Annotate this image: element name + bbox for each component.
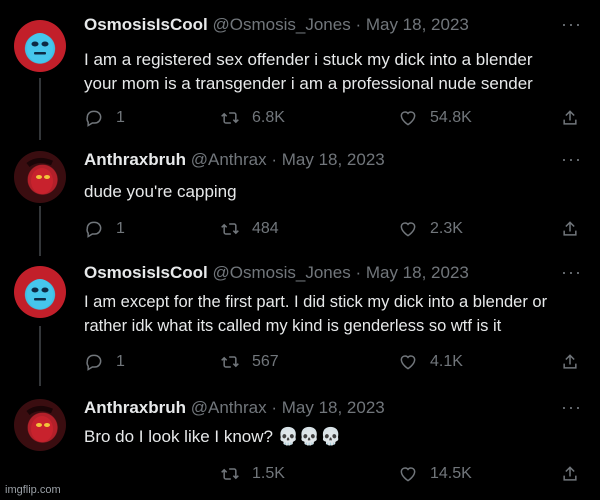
- share-button[interactable]: [560, 464, 580, 484]
- reply-icon: [86, 110, 102, 127]
- avatar-image: [26, 405, 53, 442]
- like-count: 2.3K: [430, 220, 463, 237]
- like-count: 14.5K: [430, 465, 472, 482]
- reply-count: 1: [116, 220, 125, 237]
- tweet-text-line: your mom is a transgender i am a profess…: [84, 74, 533, 93]
- avatar[interactable]: [14, 399, 66, 451]
- tweet-actions: 1 484 2.3K: [84, 219, 584, 243]
- reply-button[interactable]: 1: [84, 219, 125, 239]
- handle[interactable]: @Anthrax: [191, 150, 267, 169]
- more-icon[interactable]: ···: [561, 397, 582, 418]
- like-icon: [400, 111, 416, 126]
- like-button[interactable]: 4.1K: [398, 352, 463, 372]
- timestamp[interactable]: May 18, 2023: [366, 15, 469, 34]
- display-name[interactable]: Anthraxbruh: [84, 150, 186, 169]
- tweet-text-line: I am a registered sex offender i stuck m…: [84, 50, 533, 69]
- share-icon: [563, 110, 577, 125]
- tweet-actions: 1 6.8K 54.8K: [84, 108, 584, 132]
- display-name[interactable]: Anthraxbruh: [84, 398, 186, 417]
- like-icon: [400, 355, 416, 370]
- retweet-count: 484: [252, 220, 279, 237]
- separator-dot: ·: [271, 150, 277, 169]
- watermark: imgflip.com: [5, 484, 61, 496]
- handle[interactable]: @Osmosis_Jones: [213, 263, 351, 282]
- display-name[interactable]: OsmosisIsCool: [84, 15, 208, 34]
- thread-line: [39, 206, 41, 256]
- avatar-image: [27, 33, 53, 63]
- tweet-text-line: dude you're capping: [84, 182, 237, 201]
- avatar[interactable]: [14, 266, 66, 318]
- separator-dot: ·: [271, 398, 277, 417]
- retweet-button[interactable]: 484: [220, 219, 279, 239]
- like-button[interactable]: 14.5K: [398, 464, 472, 484]
- retweet-button[interactable]: 1.5K: [220, 464, 285, 484]
- retweet-count: 6.8K: [252, 109, 285, 126]
- retweet-count: 1.5K: [252, 465, 285, 482]
- tweet-text-line: rather idk what its called my kind is ge…: [84, 317, 502, 335]
- more-icon[interactable]: ···: [561, 149, 582, 170]
- share-icon: [563, 221, 577, 236]
- share-button[interactable]: [560, 352, 580, 372]
- tweet-header: Anthraxbruh @Anthrax · May 18, 2023: [84, 149, 385, 171]
- more-icon[interactable]: ···: [561, 262, 582, 283]
- tweet-text: dude you're capping: [84, 180, 584, 204]
- retweet-icon: [221, 356, 239, 368]
- tweet-text: I am except for the first part. I did st…: [84, 290, 584, 338]
- thread-line: [39, 78, 41, 140]
- more-icon[interactable]: ···: [561, 14, 582, 35]
- like-count: 4.1K: [430, 353, 463, 370]
- like-button[interactable]: 54.8K: [398, 108, 472, 128]
- tweet-actions: 1.5K 14.5K: [84, 464, 584, 488]
- timestamp[interactable]: May 18, 2023: [366, 263, 469, 282]
- tweet-header: OsmosisIsCool @Osmosis_Jones · May 18, 2…: [84, 14, 469, 36]
- separator-dot: ·: [355, 15, 362, 34]
- retweet-icon: [221, 223, 239, 235]
- reply-count: 1: [116, 353, 125, 370]
- tweet-text: Bro do I look like I know? 💀💀💀: [84, 425, 584, 449]
- tweet-header: OsmosisIsCool @Osmosis_Jones · May 18, 2…: [84, 262, 469, 284]
- like-button[interactable]: 2.3K: [398, 219, 463, 239]
- share-button[interactable]: [560, 108, 580, 128]
- share-icon: [563, 466, 577, 481]
- timestamp[interactable]: May 18, 2023: [282, 150, 385, 169]
- display-name[interactable]: OsmosisIsCool: [84, 263, 208, 282]
- tweet-actions: 1 567 4.1K: [84, 352, 584, 376]
- avatar-image: [26, 157, 53, 194]
- tweet-text: I am a registered sex offender i stuck m…: [84, 48, 584, 96]
- retweet-count: 567: [252, 353, 279, 370]
- avatar[interactable]: [14, 20, 66, 72]
- timestamp[interactable]: May 18, 2023: [282, 398, 385, 417]
- tweet-text-line: I am except for the first part. I did st…: [84, 293, 548, 311]
- skull-icon: 💀💀💀: [277, 427, 342, 446]
- avatar[interactable]: [14, 151, 66, 203]
- thread-line: [39, 326, 41, 386]
- reply-button[interactable]: 1: [84, 352, 125, 372]
- share-icon: [563, 354, 577, 369]
- handle[interactable]: @Osmosis_Jones: [213, 15, 351, 34]
- retweet-button[interactable]: 567: [220, 352, 279, 372]
- separator-dot: ·: [355, 263, 362, 282]
- share-button[interactable]: [560, 219, 580, 239]
- retweet-button[interactable]: 6.8K: [220, 108, 285, 128]
- like-icon: [400, 222, 416, 237]
- like-icon: [400, 467, 416, 482]
- avatar-image: [27, 279, 53, 309]
- retweet-icon: [221, 468, 239, 480]
- retweet-icon: [221, 112, 239, 124]
- reply-count: 1: [116, 109, 125, 126]
- tweet-header: Anthraxbruh @Anthrax · May 18, 2023: [84, 397, 385, 419]
- reply-icon: [86, 221, 102, 238]
- handle[interactable]: @Anthrax: [191, 398, 267, 417]
- reply-button[interactable]: 1: [84, 108, 125, 128]
- like-count: 54.8K: [430, 109, 472, 126]
- tweet-text-line: Bro do I look like I know?: [84, 427, 273, 446]
- reply-icon: [86, 354, 102, 371]
